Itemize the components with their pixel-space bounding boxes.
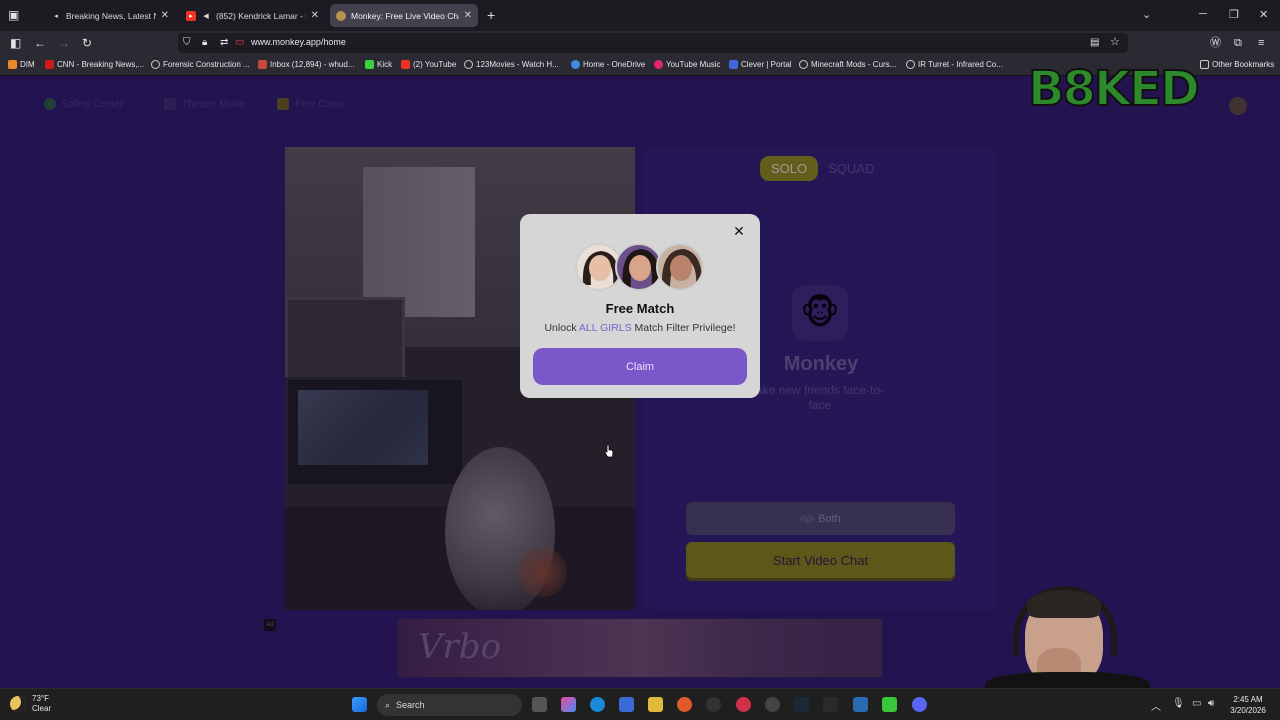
- microphone-icon[interactable]: 🎙︎: [1172, 698, 1185, 709]
- permissions-icon[interactable]: ⇄: [220, 36, 228, 50]
- url-text[interactable]: www.monkey.app/home: [251, 37, 346, 47]
- free-match-modal: ✕ Free Match Unlock ALL GIRLS Match Filt…: [520, 214, 760, 398]
- cnn-icon: [45, 60, 54, 69]
- avatar: [656, 243, 704, 291]
- globe-icon: [464, 60, 473, 69]
- moon-icon: [10, 696, 26, 712]
- bookmark-onedrive[interactable]: Home - OneDrive: [571, 60, 645, 69]
- tray-overflow-icon[interactable]: ︿: [1151, 698, 1161, 713]
- forward-icon[interactable]: →: [58, 36, 70, 50]
- bookmark-kick[interactable]: Kick: [365, 60, 392, 69]
- windows-taskbar: 73°F Clear ⌕ Search ︿ 🎙︎ ▭ 🔊︎ 2:45 AM 3/2…: [0, 688, 1280, 720]
- tab-overview-icon[interactable]: ▣: [8, 8, 19, 22]
- bookmark-clever[interactable]: Clever | Portal: [729, 60, 792, 69]
- network-icon[interactable]: ▭: [1192, 698, 1201, 709]
- dim-icon: [8, 60, 17, 69]
- clever-icon: [729, 60, 738, 69]
- steam-icon[interactable]: [794, 697, 809, 712]
- game-icon[interactable]: [882, 697, 897, 712]
- youtube-music-icon: [654, 60, 663, 69]
- back-icon[interactable]: ←: [34, 36, 46, 50]
- taskbar-search[interactable]: ⌕ Search: [377, 694, 522, 716]
- youtube-icon: ▸: [186, 10, 196, 21]
- new-tab-icon[interactable]: +: [487, 8, 495, 22]
- monkey-favicon-icon: [336, 10, 346, 21]
- settings-gear-icon[interactable]: [765, 697, 780, 712]
- bookmark-dim[interactable]: DIM: [8, 60, 35, 69]
- bookmark-youtube-music[interactable]: YouTube Music: [654, 60, 721, 69]
- bookmark-cnn[interactable]: CNN - Breaking News,...: [45, 60, 144, 69]
- globe-icon: [151, 60, 160, 69]
- hand-cursor-icon: [604, 444, 614, 458]
- globe-icon: [799, 60, 808, 69]
- shield-icon[interactable]: ⛉: [183, 36, 191, 50]
- bookmark-star-icon[interactable]: ☆: [1110, 35, 1120, 49]
- browser-tab-bar: ▣ ◂ Breaking News, Latest New ✕ ▸ ◀ (852…: [0, 0, 1280, 31]
- volume-icon[interactable]: 🔊︎: [1208, 698, 1214, 709]
- youtube-icon: [401, 60, 410, 69]
- sidebar-icon[interactable]: ◧: [10, 36, 21, 50]
- maximize-icon[interactable]: ❐: [1229, 8, 1239, 21]
- taskbar-clock[interactable]: 2:45 AM 3/20/2026: [1226, 694, 1270, 716]
- discord-icon[interactable]: [912, 697, 927, 712]
- close-icon[interactable]: ✕: [732, 224, 746, 238]
- tab-youtube[interactable]: ▸ ◀ (852) Kendrick Lamar - tv o ✕: [180, 4, 325, 27]
- mute-icon: ◂: [54, 12, 58, 20]
- close-tab-icon[interactable]: ✕: [161, 10, 169, 21]
- bookmark-minecraft[interactable]: Minecraft Mods - Curs...: [799, 60, 896, 69]
- claim-button[interactable]: Claim: [533, 348, 747, 385]
- tab-cnn[interactable]: ◂ Breaking News, Latest New ✕: [45, 4, 175, 27]
- tab-monkey[interactable]: Monkey: Free Live Video Chat ✕: [330, 4, 478, 27]
- store-icon[interactable]: [619, 697, 634, 712]
- media-player-icon[interactable]: [736, 697, 751, 712]
- lock-icon[interactable]: 🔒︎: [202, 36, 207, 50]
- camera-in-use-icon[interactable]: ▭: [235, 36, 244, 50]
- extension-w-icon[interactable]: Ⓦ: [1210, 36, 1221, 50]
- browser-nav-bar: ◧ ← → ↻ ⛉ 🔒︎ ⇄ ▭ www.monkey.app/home ▤ ☆…: [0, 31, 1280, 55]
- photos-icon[interactable]: [853, 697, 868, 712]
- onedrive-icon: [571, 60, 580, 69]
- weather-widget[interactable]: 73°F Clear: [10, 694, 51, 714]
- kick-icon: [365, 60, 374, 69]
- search-icon: ⌕: [385, 699, 391, 710]
- firefox-icon[interactable]: [677, 697, 692, 712]
- minimize-icon[interactable]: ─: [1199, 8, 1207, 20]
- speaker-icon: ◀: [203, 12, 209, 20]
- edge-icon[interactable]: [590, 697, 605, 712]
- tab-title: Breaking News, Latest New: [66, 10, 156, 21]
- modal-subtitle: Unlock ALL GIRLS Match Filter Privilege!: [544, 322, 736, 334]
- url-bar[interactable]: ⛉ 🔒︎ ⇄ ▭ www.monkey.app/home ▤ ☆: [178, 33, 1128, 53]
- tab-title: (852) Kendrick Lamar - tv o: [216, 10, 306, 21]
- reload-icon[interactable]: ↻: [82, 36, 92, 50]
- close-tab-icon[interactable]: ✕: [464, 10, 472, 21]
- close-window-icon[interactable]: ✕: [1259, 8, 1268, 21]
- globe-icon: [906, 60, 915, 69]
- app-icon[interactable]: [823, 697, 838, 712]
- stream-logo: B8KED: [1027, 61, 1201, 117]
- reader-view-icon[interactable]: ▤: [1090, 36, 1099, 50]
- modal-title: Free Match: [605, 301, 675, 316]
- menu-icon[interactable]: ≡: [1258, 36, 1264, 50]
- bookmark-inbox[interactable]: Inbox (12,894) - whud...: [258, 60, 355, 69]
- bookmark-forensic[interactable]: Forensic Construction ...: [151, 60, 250, 69]
- bookmark-youtube[interactable]: (2) YouTube: [401, 60, 456, 69]
- tab-list-chevron-icon[interactable]: ⌄: [1142, 8, 1151, 21]
- bookmark-ir-turret[interactable]: IR Turret - Infrared Co...: [906, 60, 1003, 69]
- gmail-icon: [258, 60, 267, 69]
- close-tab-icon[interactable]: ✕: [311, 10, 319, 21]
- extensions-puzzle-icon[interactable]: ⧉: [1234, 36, 1242, 50]
- streamer-webcam: [985, 582, 1150, 692]
- file-explorer-icon[interactable]: [648, 697, 663, 712]
- windows-start-icon[interactable]: [352, 697, 367, 712]
- bookmark-123movies[interactable]: 123Movies - Watch H...: [464, 60, 559, 69]
- obs-icon[interactable]: [706, 697, 721, 712]
- copilot-icon[interactable]: [561, 697, 576, 712]
- task-view-icon[interactable]: [532, 697, 547, 712]
- tab-title: Monkey: Free Live Video Chat: [351, 10, 459, 21]
